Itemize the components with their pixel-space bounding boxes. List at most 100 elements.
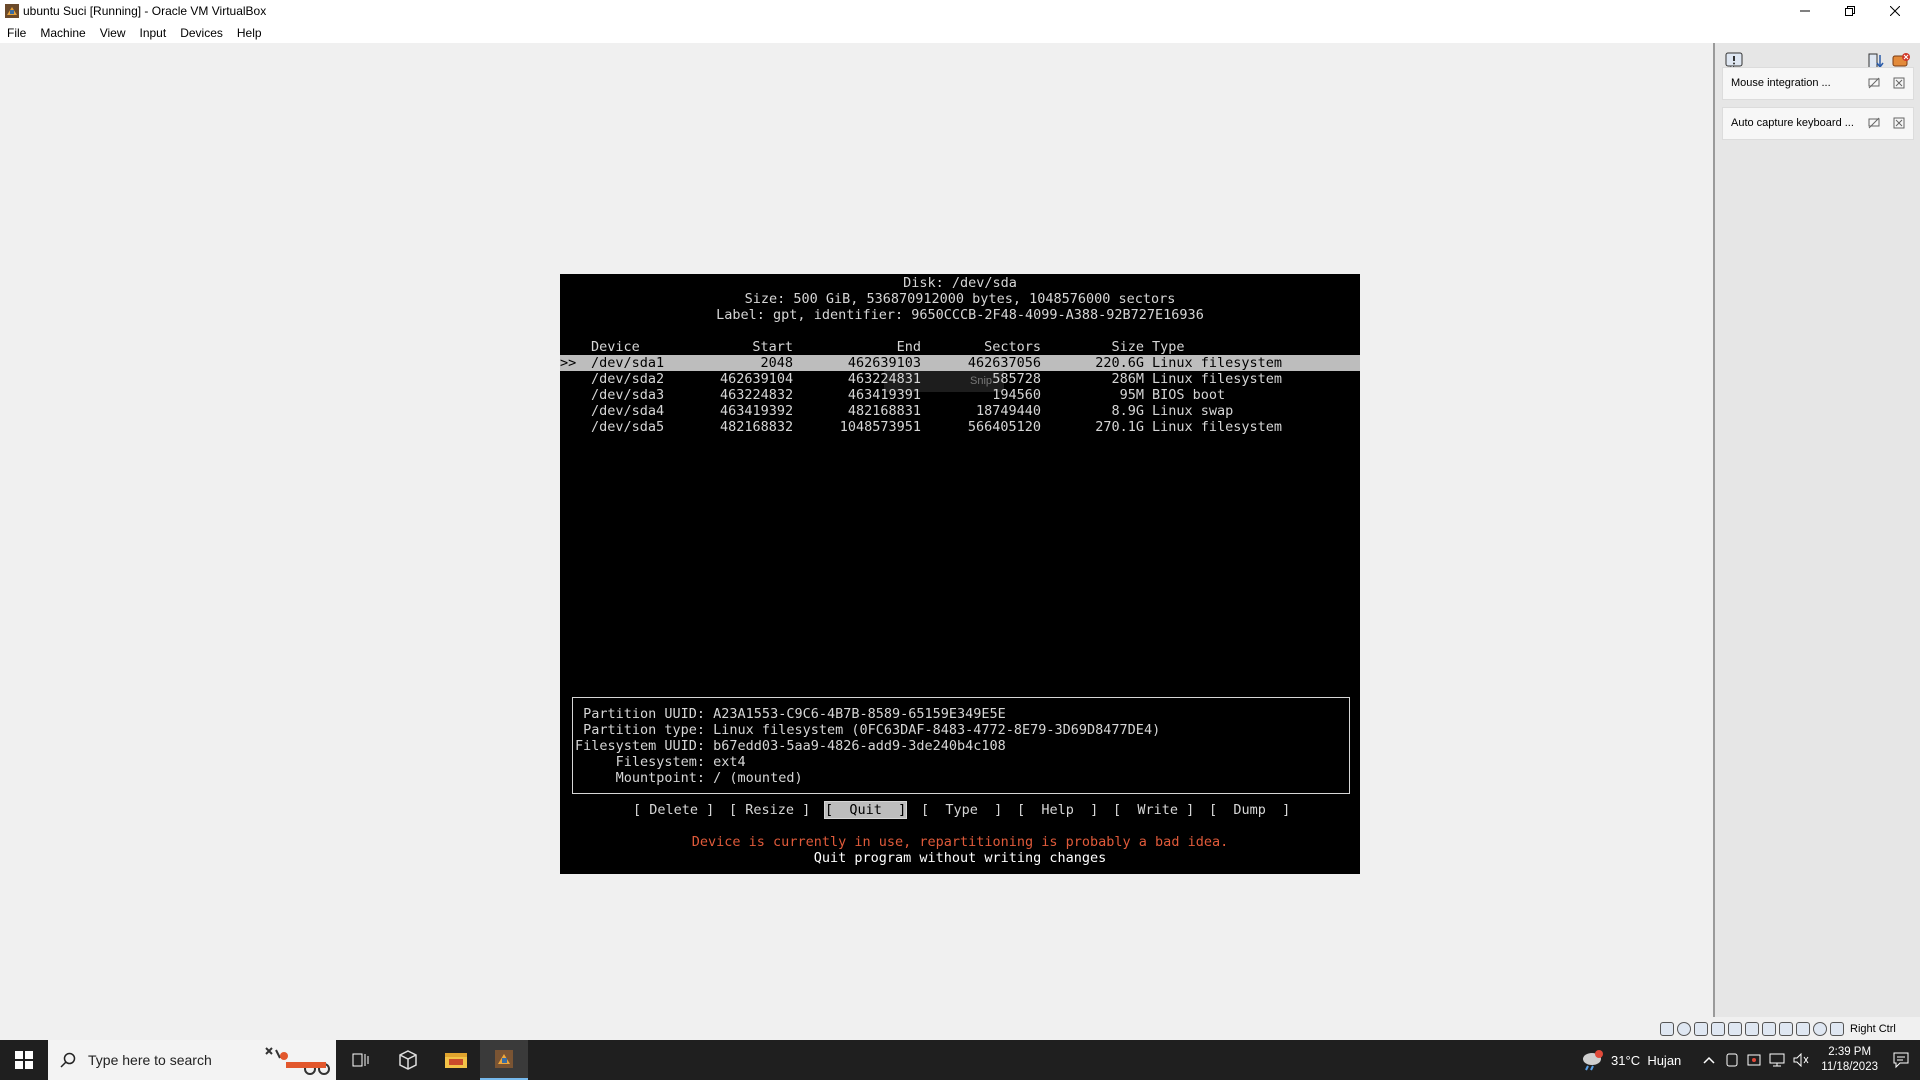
network-icon[interactable] — [1769, 1053, 1785, 1067]
shared-folders-icon[interactable] — [1745, 1022, 1759, 1036]
mouse-integration-icon[interactable] — [1830, 1022, 1844, 1036]
disk-label: Label: gpt, identifier: 9650CCCB-2F48-40… — [716, 307, 1204, 323]
close-button[interactable] — [1872, 0, 1917, 22]
chevron-up-icon[interactable] — [1703, 1055, 1715, 1065]
start-button[interactable] — [0, 1040, 48, 1080]
notification-mouse-integration[interactable]: Mouse integration ... — [1722, 67, 1914, 100]
row-device: /dev/sda4 — [591, 403, 665, 419]
folder-icon — [445, 1053, 467, 1068]
cfdisk-terminal[interactable]: Disk: /dev/sda Size: 500 GiB, 5368709120… — [560, 274, 1360, 874]
taskbar-search-box[interactable]: Type here to search — [48, 1040, 336, 1080]
type-button[interactable]: [ Type ] — [921, 802, 1002, 818]
col-type: Type — [1152, 339, 1185, 355]
task-view-icon — [352, 1053, 369, 1067]
action-center-icon[interactable] — [1892, 1051, 1910, 1069]
minimize-button[interactable] — [1782, 0, 1827, 22]
do-not-show-icon[interactable] — [1868, 117, 1880, 129]
dump-button[interactable]: [ Dump ] — [1209, 802, 1290, 818]
host-key-label: Right Ctrl — [1850, 1023, 1896, 1035]
optical-drive-icon[interactable] — [1677, 1022, 1691, 1036]
info-mountpoint: Mountpoint: / (mounted) — [575, 770, 803, 786]
disk-name: Disk: /dev/sda — [903, 275, 1017, 291]
col-end: End — [896, 339, 921, 355]
taskbar-clock[interactable]: 2:39 PM 11/18/2023 — [1821, 1045, 1878, 1075]
partition-row[interactable]: /dev/sda5 482168832 1048573951 566405120… — [560, 419, 1360, 435]
windows-logo-icon — [15, 1051, 33, 1069]
vm-display[interactable]: Disk: /dev/sda Size: 500 GiB, 5368709120… — [0, 43, 1712, 1039]
clock-date: 11/18/2023 — [1821, 1061, 1878, 1073]
delete-button[interactable]: [ Delete ] — [633, 802, 714, 818]
taskbar-app-vm-window[interactable] — [480, 1040, 528, 1080]
task-view-button[interactable] — [336, 1040, 384, 1080]
taskbar-app-file-explorer[interactable] — [432, 1040, 480, 1080]
row-selection-marker: >> — [560, 355, 577, 371]
row-end: 1048573951 — [839, 419, 921, 435]
close-icon — [1889, 6, 1900, 16]
notification-auto-capture-keyboard[interactable]: Auto capture keyboard ... — [1722, 107, 1914, 140]
col-size: Size — [1111, 339, 1144, 355]
menu-input[interactable]: Input — [133, 26, 174, 40]
row-sectors: 462637056 — [967, 355, 1041, 371]
info-filesystem-uuid: Filesystem UUID: b67edd03-5aa9-4826-add9… — [575, 738, 1006, 754]
help-button[interactable]: [ Help ] — [1017, 802, 1098, 818]
minimize-icon — [1799, 10, 1810, 12]
row-type: Linux filesystem — [1152, 371, 1283, 387]
col-device: Device — [591, 339, 640, 355]
row-device: /dev/sda2 — [591, 371, 665, 387]
close-notification-icon[interactable] — [1893, 117, 1905, 129]
menu-help[interactable]: Help — [230, 26, 269, 40]
row-sectors: 18749440 — [975, 403, 1041, 419]
window-titlebar: ubuntu Suci [Running] - Oracle VM Virtua… — [0, 0, 1920, 22]
disk-size: Size: 500 GiB, 536870912000 bytes, 10485… — [744, 291, 1176, 307]
notification-text: Auto capture keyboard ... — [1731, 117, 1854, 129]
menu-devices[interactable]: Devices — [173, 26, 230, 40]
hard-disk-icon[interactable] — [1660, 1022, 1674, 1036]
quit-button[interactable]: [ Quit ] — [823, 801, 908, 819]
row-end: 463224831 — [847, 371, 921, 387]
row-sectors: 194560 — [992, 387, 1041, 403]
row-type: Linux filesystem — [1152, 355, 1283, 371]
row-start: 2048 — [760, 355, 793, 371]
row-start: 463224832 — [720, 387, 794, 403]
row-size: 270.1G — [1095, 419, 1144, 435]
partition-row[interactable]: >> /dev/sda1 2048 462639103 462637056 22… — [560, 355, 1360, 371]
search-highlight-doodle-icon[interactable] — [258, 1044, 330, 1076]
virtualbox-cube-icon — [399, 1050, 417, 1070]
close-notification-icon[interactable] — [1893, 77, 1905, 89]
network-icon[interactable] — [1711, 1022, 1725, 1036]
display-icon[interactable] — [1762, 1022, 1776, 1036]
cpu-icon[interactable] — [1813, 1022, 1827, 1036]
row-end: 463419391 — [847, 387, 921, 403]
volume-icon[interactable] — [1793, 1053, 1809, 1067]
menu-file[interactable]: File — [0, 26, 33, 40]
partition-row[interactable]: /dev/sda2 462639104 463224831 585728 286… — [560, 371, 1360, 387]
write-button[interactable]: [ Write ] — [1113, 802, 1194, 818]
menu-machine[interactable]: Machine — [33, 26, 92, 40]
resize-button[interactable]: [ Resize ] — [729, 802, 810, 818]
row-size: 8.9G — [1111, 403, 1144, 419]
row-device: /dev/sda1 — [591, 355, 665, 371]
notification-text: Mouse integration ... — [1731, 77, 1831, 89]
taskbar-app-virtualbox-manager[interactable] — [384, 1040, 432, 1080]
audio-icon[interactable] — [1694, 1022, 1708, 1036]
menu-view[interactable]: View — [93, 26, 133, 40]
do-not-show-icon[interactable] — [1868, 77, 1880, 89]
restore-button[interactable] — [1827, 0, 1872, 22]
clock-time: 2:39 PM — [1828, 1046, 1872, 1058]
row-size: 286M — [1111, 371, 1144, 387]
virtualization-icon[interactable] — [1796, 1022, 1810, 1036]
weather-text[interactable]: 31°C Hujan — [1611, 1053, 1681, 1068]
row-device: /dev/sda5 — [591, 419, 665, 435]
info-partition-type: Partition type: Linux filesystem (0FC63D… — [575, 722, 1161, 738]
virtualbox-tray-icon[interactable] — [1747, 1053, 1761, 1067]
partition-info-box: Partition UUID: A23A1553-C9C6-4B7B-8589-… — [572, 697, 1350, 794]
virtualbox-vm-icon — [495, 1050, 513, 1068]
device-icon[interactable] — [1725, 1053, 1739, 1067]
usb-icon[interactable] — [1728, 1022, 1742, 1036]
partition-row[interactable]: /dev/sda4 463419392 482168831 18749440 8… — [560, 403, 1360, 419]
warning-message: Device is currently in use, repartitioni… — [691, 834, 1229, 850]
weather-rain-icon[interactable] — [1579, 1049, 1605, 1071]
partition-table-header: Device Start End Sectors Size Type — [560, 339, 1360, 355]
video-capture-icon[interactable] — [1779, 1022, 1793, 1036]
partition-row[interactable]: /dev/sda3 463224832 463419391 194560 95M… — [560, 387, 1360, 403]
